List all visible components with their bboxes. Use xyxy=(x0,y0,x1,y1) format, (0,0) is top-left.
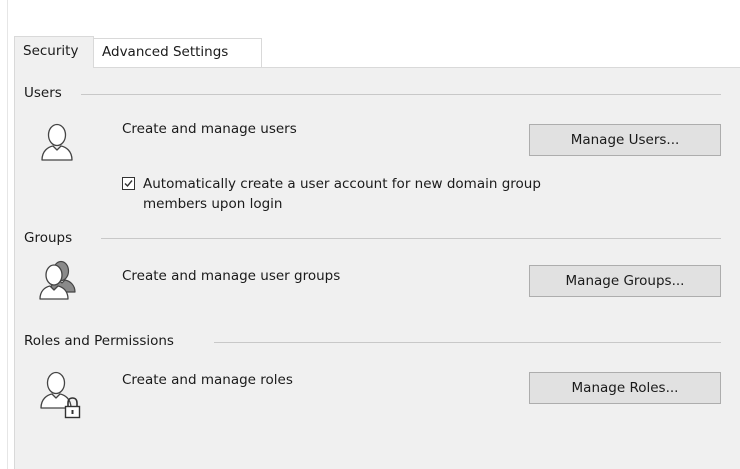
manage-roles-button[interactable]: Manage Roles... xyxy=(529,372,721,404)
auto-create-user-checkbox[interactable] xyxy=(122,177,135,190)
groups-description: Create and manage user groups xyxy=(122,268,341,284)
manage-groups-button[interactable]: Manage Groups... xyxy=(529,265,721,297)
security-tab-panel: Users Create and manage users Manage Use… xyxy=(14,67,740,469)
tab-security[interactable]: Security xyxy=(14,36,94,68)
user-lock-icon xyxy=(37,368,87,419)
groups-group-separator xyxy=(101,238,721,239)
roles-group-separator xyxy=(214,342,721,343)
window-left-border xyxy=(7,0,8,469)
user-group-icon xyxy=(37,258,77,302)
roles-group-header: Roles and Permissions xyxy=(24,333,174,349)
auto-create-user-label: Automatically create a user account for … xyxy=(143,176,541,212)
groups-group-header: Groups xyxy=(24,230,73,246)
tab-advanced-settings[interactable]: Advanced Settings xyxy=(94,38,262,68)
users-group-separator xyxy=(81,94,721,95)
security-settings-window: Security Advanced Settings Users Create … xyxy=(0,0,740,469)
users-group-header: Users xyxy=(24,85,62,101)
checkmark-icon xyxy=(124,180,133,188)
manage-users-button[interactable]: Manage Users... xyxy=(529,124,721,156)
user-icon xyxy=(37,120,77,164)
users-description: Create and manage users xyxy=(122,121,297,137)
roles-description: Create and manage roles xyxy=(122,372,293,388)
